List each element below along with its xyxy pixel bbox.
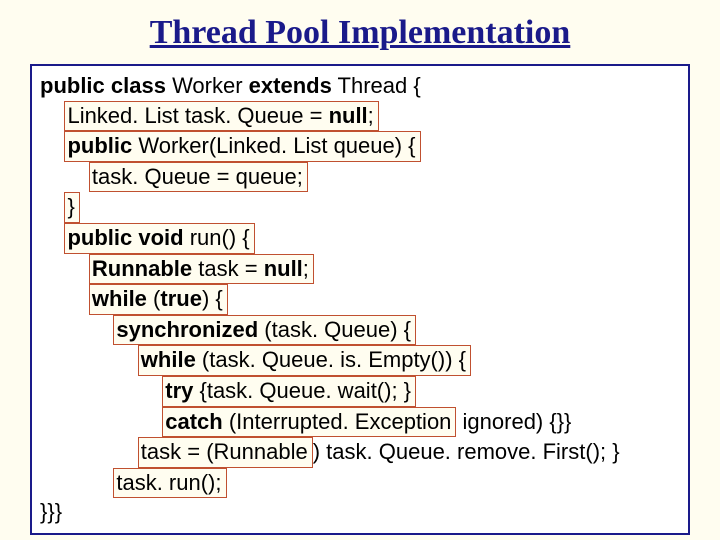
kw: extends bbox=[249, 73, 332, 98]
code-line: } bbox=[40, 192, 680, 223]
highlight: task = (Runnable bbox=[138, 437, 313, 468]
kw: while bbox=[141, 347, 196, 372]
highlight: task. Queue = queue; bbox=[89, 162, 308, 193]
txt: {task. Queue. wait(); } bbox=[193, 378, 411, 403]
kw: public void bbox=[67, 225, 183, 250]
code-line: Linked. List task. Queue = null; bbox=[40, 101, 680, 132]
highlight: try {task. Queue. wait(); } bbox=[162, 376, 416, 407]
txt: ignored) {}} bbox=[456, 409, 571, 434]
code-line: catch (Interrupted. Exception ignored) {… bbox=[40, 407, 680, 438]
highlight: while (task. Queue. is. Empty()) { bbox=[138, 345, 471, 376]
kw: true bbox=[160, 286, 202, 311]
kw: catch bbox=[165, 409, 222, 434]
code-box: public class Worker extends Thread { Lin… bbox=[30, 64, 690, 535]
slide: Thread Pool Implementation public class … bbox=[0, 0, 720, 540]
txt: ) task. Queue. remove. First(); } bbox=[313, 439, 620, 464]
txt: task. run(); bbox=[116, 470, 221, 495]
kw: Runnable bbox=[92, 256, 192, 281]
highlight: Linked. List task. Queue = null; bbox=[64, 101, 378, 132]
code-line: while (task. Queue. is. Empty()) { bbox=[40, 345, 680, 376]
txt: }}} bbox=[40, 499, 62, 524]
highlight: } bbox=[64, 192, 79, 223]
txt: ; bbox=[303, 256, 309, 281]
code-line: while (true) { bbox=[40, 284, 680, 315]
code-line: Runnable task = null; bbox=[40, 254, 680, 285]
code-line: task = (Runnable) task. Queue. remove. F… bbox=[40, 437, 680, 468]
highlight: task. run(); bbox=[113, 468, 226, 499]
txt: Linked. List task. Queue = bbox=[67, 103, 328, 128]
code-line: synchronized (task. Queue) { bbox=[40, 315, 680, 346]
code-line: task. run(); bbox=[40, 468, 680, 499]
txt: ) { bbox=[202, 286, 223, 311]
txt: ; bbox=[368, 103, 374, 128]
txt: (task. Queue) { bbox=[258, 317, 411, 342]
code-line: public Worker(Linked. List queue) { bbox=[40, 131, 680, 162]
txt: Worker(Linked. List queue) { bbox=[132, 133, 415, 158]
txt: (task. Queue. is. Empty()) { bbox=[196, 347, 466, 372]
kw: null bbox=[329, 103, 368, 128]
code-line: public class Worker extends Thread { bbox=[40, 72, 680, 101]
txt: ( bbox=[147, 286, 160, 311]
code-line: task. Queue = queue; bbox=[40, 162, 680, 193]
kw: while bbox=[92, 286, 147, 311]
highlight: catch (Interrupted. Exception bbox=[162, 407, 456, 438]
slide-title: Thread Pool Implementation bbox=[30, 14, 690, 52]
txt: task. Queue = queue; bbox=[92, 164, 303, 189]
txt: task = (Runnable bbox=[141, 439, 308, 464]
highlight: public void run() { bbox=[64, 223, 254, 254]
code-line: public void run() { bbox=[40, 223, 680, 254]
kw: try bbox=[165, 378, 193, 403]
kw: null bbox=[264, 256, 303, 281]
highlight: synchronized (task. Queue) { bbox=[113, 315, 416, 346]
txt: Worker bbox=[166, 73, 249, 98]
txt: task = bbox=[192, 256, 264, 281]
txt: } bbox=[67, 194, 74, 219]
code-line: try {task. Queue. wait(); } bbox=[40, 376, 680, 407]
kw: public bbox=[67, 133, 132, 158]
highlight: Runnable task = null; bbox=[89, 254, 314, 285]
code-line: }}} bbox=[40, 498, 680, 527]
highlight: while (true) { bbox=[89, 284, 228, 315]
txt: run() { bbox=[184, 225, 250, 250]
txt: (Interrupted. Exception bbox=[223, 409, 452, 434]
highlight: public Worker(Linked. List queue) { bbox=[64, 131, 420, 162]
kw: synchronized bbox=[116, 317, 258, 342]
kw: public class bbox=[40, 73, 166, 98]
txt: Thread { bbox=[332, 73, 421, 98]
